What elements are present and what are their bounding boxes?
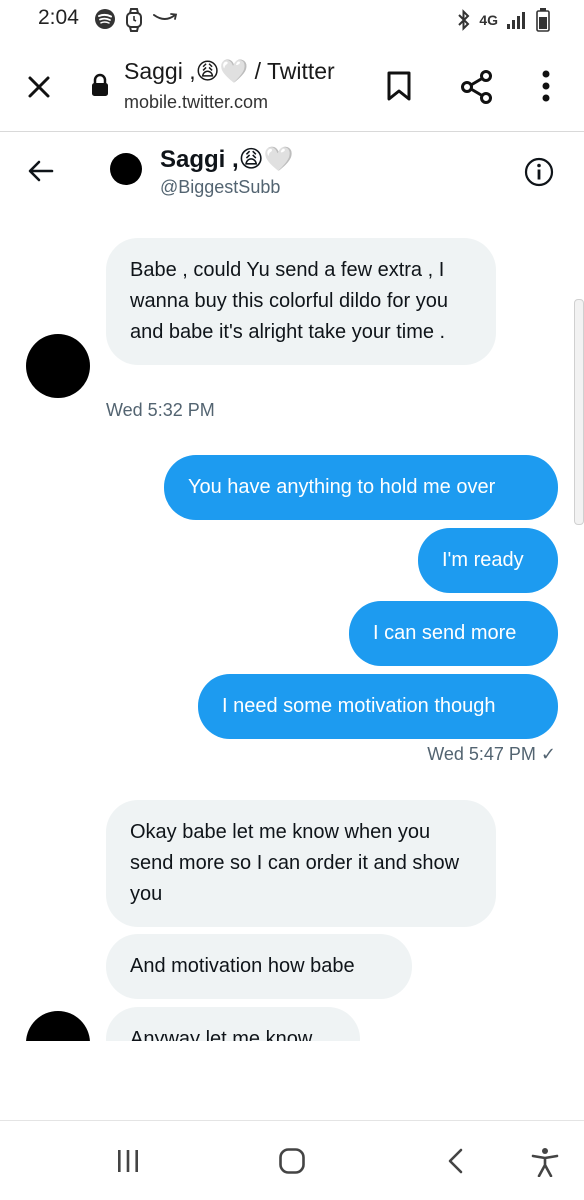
watch-icon	[126, 8, 142, 32]
back-arrow-icon[interactable]	[26, 157, 56, 185]
message-bubble[interactable]: I can send more	[349, 601, 558, 666]
message-bubble[interactable]: I need some motivation though	[198, 674, 558, 739]
close-icon[interactable]	[24, 72, 54, 102]
sender-avatar[interactable]	[26, 334, 90, 398]
navigation-bar	[0, 1120, 584, 1200]
message-bubble[interactable]: Anyway let me know	[106, 1007, 360, 1041]
recent-apps-icon[interactable]	[114, 1147, 142, 1175]
message-timestamp: Wed 5:47 PM ✓	[427, 744, 556, 764]
message-bubble[interactable]: Okay babe let me know when you send more…	[106, 800, 496, 927]
avatar[interactable]	[110, 153, 142, 185]
message-bubble[interactable]: I'm ready	[418, 528, 558, 593]
bluetooth-icon	[458, 9, 470, 31]
status-bar: 2:04 4G	[0, 0, 584, 40]
status-right: 4G	[457, 8, 550, 32]
browser-toolbar: Saggi ,😩🤍 / Twitter mobile.twitter.com	[0, 40, 584, 132]
share-icon[interactable]	[460, 70, 494, 104]
info-icon[interactable]	[524, 157, 554, 187]
more-vertical-icon[interactable]	[534, 68, 558, 104]
home-icon[interactable]	[278, 1147, 306, 1175]
battery-icon	[536, 8, 550, 32]
bookmark-icon[interactable]	[386, 70, 412, 102]
sender-avatar[interactable]	[26, 1011, 90, 1041]
message-list[interactable]: Babe , could Yu send a few extra , I wan…	[0, 213, 584, 1041]
back-icon[interactable]	[442, 1147, 470, 1175]
message-bubble[interactable]: Babe , could Yu send a few extra , I wan…	[106, 238, 496, 365]
page-url[interactable]: mobile.twitter.com	[124, 92, 268, 113]
message-bubble[interactable]: You have anything to hold me over	[164, 455, 558, 520]
spotify-icon	[95, 9, 115, 29]
lock-icon	[92, 73, 108, 96]
conversation-handle: @BiggestSubb	[160, 177, 281, 197]
scrollbar-thumb[interactable]	[574, 299, 584, 525]
message-timestamp: Wed 5:32 PM	[106, 400, 215, 420]
message-bubble[interactable]: And motivation how babe	[106, 934, 412, 999]
status-time: 2:04	[38, 6, 79, 29]
page-title: Saggi ,😩🤍 / Twitter	[124, 58, 335, 84]
amazon-icon	[153, 13, 178, 20]
conversation-header: Saggi ,😩🤍 @BiggestSubb	[0, 133, 584, 213]
network-label: 4G	[479, 12, 498, 28]
conversation-name[interactable]: Saggi ,😩🤍	[160, 145, 294, 174]
signal-icon	[507, 12, 525, 29]
accessibility-icon[interactable]	[530, 1147, 560, 1177]
